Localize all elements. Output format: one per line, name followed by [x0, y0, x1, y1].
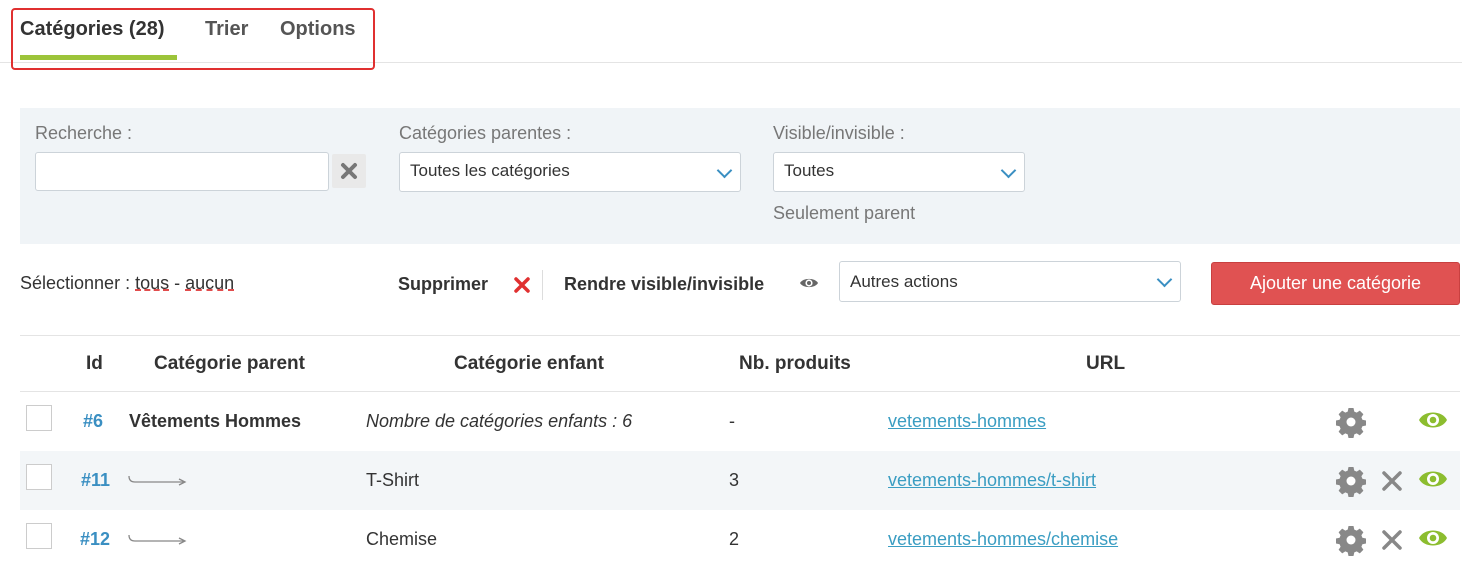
column-header-count[interactable]: Nb. produits [739, 353, 851, 375]
parent-category-label: Catégories parentes : [399, 123, 572, 143]
delete-icon[interactable] [1381, 470, 1403, 492]
toggle-visibility-button[interactable]: Rendre visible/invisible [564, 274, 764, 295]
row-child-name: Chemise [366, 529, 438, 549]
eye-icon[interactable] [1418, 468, 1448, 490]
row-checkbox[interactable] [26, 464, 52, 490]
parent-category-select[interactable]: Toutes les catégories [399, 152, 741, 192]
select-all-link[interactable]: tous [135, 273, 169, 293]
chevron-down-icon [716, 162, 733, 179]
row-product-count: - [729, 411, 735, 431]
selection-controls: Sélectionner : tous - aucun [20, 273, 234, 294]
column-header-parent[interactable]: Catégorie parent [154, 353, 305, 375]
row-checkbox[interactable] [26, 405, 52, 431]
action-divider [542, 270, 543, 300]
child-indent-arrow-icon [128, 534, 187, 545]
row-product-count: 3 [729, 470, 740, 490]
other-actions-select[interactable]: Autres actions [839, 261, 1181, 302]
column-header-id[interactable]: Id [86, 353, 103, 375]
row-parent-name: Vêtements Hommes [129, 411, 302, 431]
table-row: #12 Chemise 2 vetements-hommes/chemise [20, 510, 1460, 569]
row-product-count: 2 [729, 529, 740, 549]
eye-icon[interactable] [1418, 527, 1448, 549]
search-input[interactable] [35, 152, 329, 191]
visibility-value: Toutes [784, 161, 835, 180]
row-url-link[interactable]: vetements-hommes/chemise [888, 529, 1118, 550]
chevron-down-icon [1000, 162, 1017, 179]
chevron-down-icon [1156, 271, 1173, 288]
gear-icon[interactable] [1335, 406, 1367, 438]
clear-search-button[interactable] [332, 154, 366, 188]
visibility-select[interactable]: Toutes [773, 152, 1025, 192]
row-checkbox[interactable] [26, 523, 52, 549]
table-row: #11 T-Shirt 3 vetements-hommes/t-shirt [20, 451, 1460, 510]
visibility-label: Visible/invisible : [773, 123, 905, 143]
add-category-button[interactable]: Ajouter une catégorie [1211, 262, 1460, 305]
row-id-link[interactable]: #6 [83, 411, 103, 432]
parent-category-value: Toutes les catégories [410, 161, 570, 180]
gear-icon[interactable] [1335, 524, 1367, 556]
row-child-summary: Nombre de catégories enfants : 6 [366, 411, 633, 431]
highlight-annotation-box [11, 8, 375, 70]
row-url-link[interactable]: vetements-hommes [888, 411, 1046, 432]
gear-icon[interactable] [1335, 465, 1367, 497]
row-child-name: T-Shirt [366, 470, 420, 490]
delete-x-icon[interactable] [514, 277, 530, 293]
search-label: Recherche : [35, 123, 133, 143]
select-none-link[interactable]: aucun [185, 273, 234, 293]
column-header-child[interactable]: Catégorie enfant [454, 353, 604, 375]
select-separator: - [169, 273, 186, 293]
eye-icon [800, 278, 818, 288]
table-row: #6 Vêtements Hommes Nombre de catégories… [20, 392, 1460, 451]
row-url-link[interactable]: vetements-hommes/t-shirt [888, 470, 1096, 491]
close-icon [341, 163, 357, 179]
delete-button[interactable]: Supprimer [398, 274, 488, 295]
other-actions-value: Autres actions [850, 272, 958, 291]
child-indent-arrow-icon [128, 475, 187, 486]
table-top-border [20, 335, 1460, 336]
select-prefix: Sélectionner : [20, 273, 136, 293]
delete-icon[interactable] [1381, 529, 1403, 551]
row-id-link[interactable]: #12 [80, 529, 110, 550]
row-id-link[interactable]: #11 [81, 470, 110, 491]
only-parent-toggle[interactable]: Seulement parent [773, 203, 915, 224]
column-header-url[interactable]: URL [1086, 353, 1125, 375]
eye-icon[interactable] [1418, 409, 1448, 431]
